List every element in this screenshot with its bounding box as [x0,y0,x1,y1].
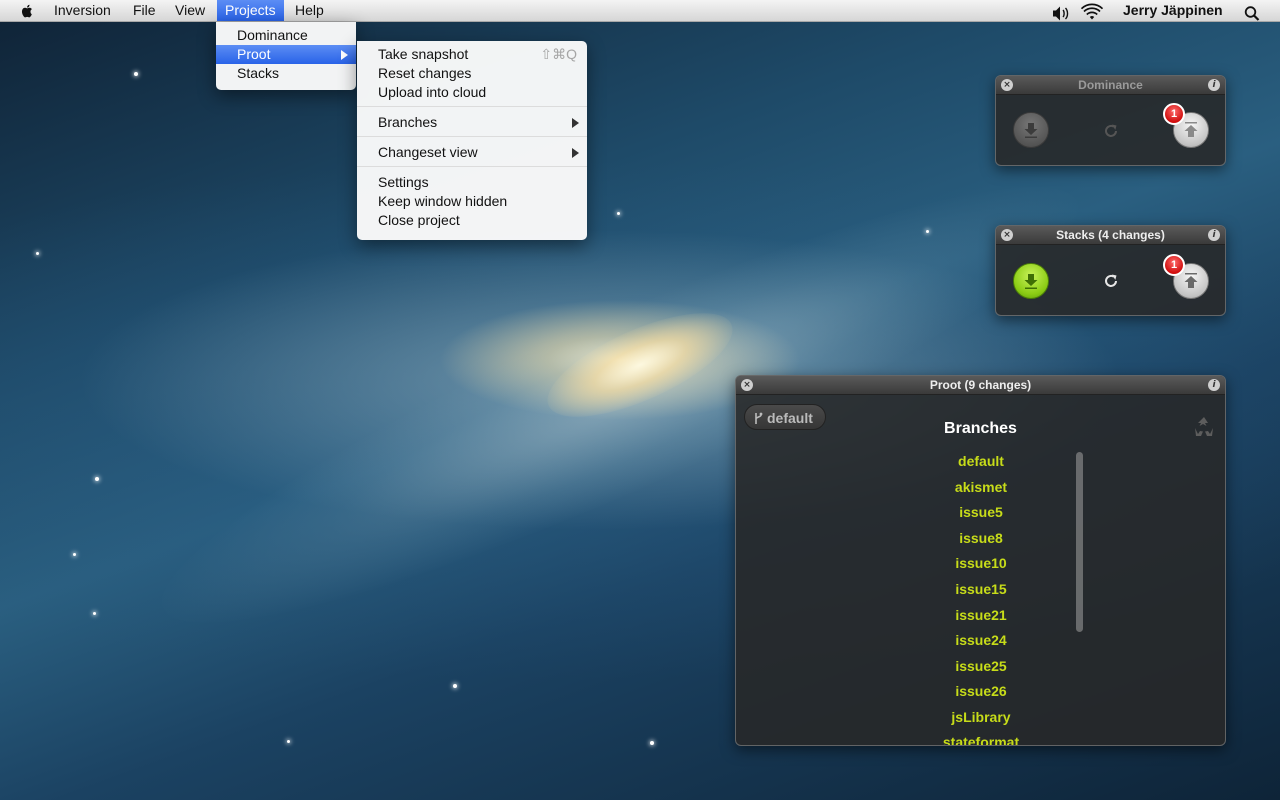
panel-title: Proot (9 changes) [736,376,1225,395]
menu-app-name[interactable]: Inversion [46,0,119,21]
branch-item[interactable]: issue26 [886,683,1076,705]
submenu-arrow-icon [572,148,579,158]
download-arrow-icon [1024,274,1038,289]
upload-arrow-icon [1184,122,1198,137]
menu-item-reset-changes[interactable]: Reset changes [357,64,587,83]
info-icon[interactable]: i [1208,379,1220,391]
menu-separator [357,106,587,107]
download-arrow-icon [1024,123,1038,138]
branch-item[interactable]: stateformat [886,734,1076,745]
info-icon[interactable]: i [1208,79,1220,91]
menu-item-upload-into-cloud[interactable]: Upload into cloud [357,83,587,102]
menu-help[interactable]: Help [287,0,332,21]
menu-item-label: Changeset view [378,144,478,160]
menu-item-label: Proot [237,46,271,62]
menu-view[interactable]: View [167,0,213,21]
upload-arrow-icon [1184,273,1198,288]
branch-item[interactable]: issue8 [886,530,1076,552]
menu-item-label: Close project [378,212,460,228]
projects-menu-item-stacks[interactable]: Stacks [216,64,356,83]
close-icon[interactable]: × [1001,79,1013,91]
branch-item[interactable]: issue15 [886,581,1076,603]
user-name[interactable]: Jerry Jäppinen [1123,0,1223,21]
menu-item-label: Branches [378,114,438,130]
panel-title: Stacks (4 changes) [996,226,1225,245]
menu-file[interactable]: File [125,0,164,21]
branch-item[interactable]: jsLibrary [886,709,1076,731]
menu-item-settings[interactable]: Settings [357,173,587,192]
wifi-icon[interactable] [1081,3,1103,24]
star [73,553,76,556]
branch-item[interactable]: issue24 [886,632,1076,654]
close-icon[interactable]: × [741,379,753,391]
menu-item-label: Settings [378,174,429,190]
projects-menu-item-proot[interactable]: Proot [216,45,356,64]
star [453,684,457,688]
branch-item[interactable]: issue5 [886,504,1076,526]
close-icon[interactable]: × [1001,229,1013,241]
star [287,740,290,743]
menu-item-take-snapshot[interactable]: Take snapshot ⇧⌘Q [357,45,587,64]
dominance-panel: Dominance × i 1 [995,75,1226,166]
star [617,212,620,215]
menu-item-label: Dominance [237,27,308,43]
branch-item[interactable]: akismet [886,479,1076,501]
stacks-panel: Stacks (4 changes) × i 1 [995,225,1226,316]
star [650,741,654,745]
branch-item[interactable]: issue10 [886,555,1076,577]
menu-bar: Inversion File View Projects Help Jerry … [0,0,1280,22]
star [36,252,39,255]
branches-heading: Branches [944,420,1017,437]
branch-item[interactable]: issue25 [886,658,1076,680]
proot-panel: Proot (9 changes) × i default Branches d… [735,375,1226,746]
menu-item-branches[interactable]: Branches [357,113,587,132]
menu-item-label: Keep window hidden [378,193,508,209]
submenu-arrow-icon [572,118,579,128]
star [134,72,138,76]
pull-button[interactable] [1013,263,1049,299]
menu-item-label: Upload into cloud [378,84,487,100]
menu-item-label: Stacks [237,65,280,81]
pending-changes-badge: 1 [1163,254,1185,276]
refresh-icon[interactable] [1101,271,1121,291]
refresh-icon[interactable] [1101,121,1121,141]
menu-item-keep-window-hidden[interactable]: Keep window hidden [357,192,587,211]
submenu-arrow-icon [341,50,348,60]
star [95,477,99,481]
volume-icon[interactable] [1051,3,1071,24]
menu-item-label: Reset changes [378,65,472,81]
branches-scrollbar[interactable] [1076,452,1083,632]
branch-item[interactable]: issue21 [886,607,1076,629]
menu-item-changeset-view[interactable]: Changeset view [357,143,587,162]
proot-submenu: Take snapshot ⇧⌘Q Reset changes Upload in… [357,41,587,240]
menu-item-close-project[interactable]: Close project [357,211,587,230]
apple-icon[interactable] [18,2,36,20]
projects-menu: Dominance Proot Stacks [216,22,356,90]
menu-separator [357,136,587,137]
panel-title: Dominance [996,76,1225,95]
galaxy-core [534,292,746,438]
star [926,230,929,233]
info-icon[interactable]: i [1208,229,1220,241]
pull-button[interactable] [1013,112,1049,148]
pending-changes-badge: 1 [1163,103,1185,125]
menu-projects[interactable]: Projects [217,0,284,21]
star [93,612,96,615]
menu-item-label: Take snapshot [378,46,469,62]
projects-menu-item-dominance[interactable]: Dominance [216,26,356,45]
branch-item[interactable]: default [886,453,1076,475]
spotlight-search-icon[interactable] [1244,3,1260,24]
menu-separator [357,166,587,167]
branches-list: default akismet issue5 issue8 issue10 is… [886,451,1076,745]
keyboard-shortcut: ⇧⌘Q [540,46,577,62]
